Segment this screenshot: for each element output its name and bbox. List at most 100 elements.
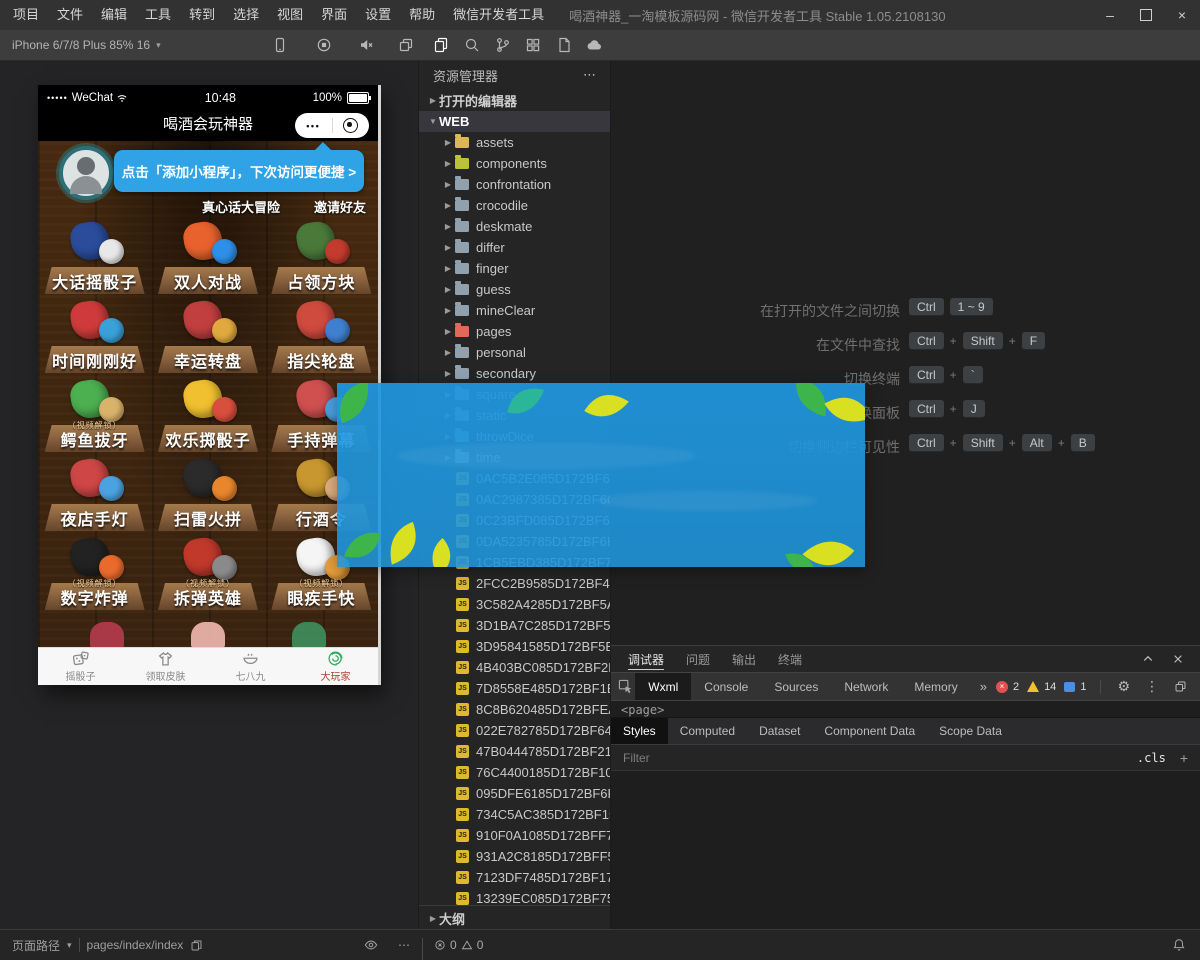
style-tab-styles[interactable]: Styles [611, 718, 668, 744]
file-item[interactable]: JS4B403BC085D172BF2D... [419, 657, 611, 678]
gear-icon[interactable]: ⚙ [1112, 678, 1135, 695]
capsule-menu[interactable]: ••• [295, 113, 369, 138]
file-item[interactable]: JS3C582A4285D172BF5A... [419, 594, 611, 615]
git-branch-button[interactable] [495, 37, 511, 53]
explorer-more-icon[interactable]: ⋯ [583, 67, 597, 83]
inspect-element-icon[interactable] [615, 673, 635, 700]
folder-item-differ[interactable]: ▶differ [419, 237, 611, 258]
menu-item-2[interactable]: 编辑 [92, 0, 136, 30]
cls-button[interactable]: .cls [1137, 751, 1166, 765]
game-item[interactable]: 夜店手灯 [38, 452, 151, 531]
panel-tab-问题[interactable]: 问题 [675, 646, 721, 672]
tab-领取皮肤[interactable]: 领取皮肤 [123, 648, 208, 685]
file-item[interactable]: JS910F0A1085D172BFF7... [419, 825, 611, 846]
folder-item-assets[interactable]: ▶assets [419, 132, 611, 153]
folder-item-deskmate[interactable]: ▶deskmate [419, 216, 611, 237]
game-item[interactable]: 占领方块 [265, 215, 378, 294]
game-item[interactable]: 幸运转盘 [151, 294, 264, 373]
tab-七八九[interactable]: 七八九 [208, 648, 293, 685]
kebab-menu-icon[interactable]: ⋮ [1140, 678, 1164, 695]
folder-item-confrontation[interactable]: ▶confrontation [419, 174, 611, 195]
undock-icon[interactable] [1169, 680, 1192, 693]
file-code-button[interactable] [556, 37, 572, 53]
invite-friends-link[interactable]: 邀请好友 [314, 197, 366, 216]
game-item[interactable]: （视频解锁）数字炸弹 [38, 531, 151, 610]
open-editors-section[interactable]: ▶ 打开的编辑器 [419, 90, 611, 111]
cloud-button[interactable] [586, 37, 602, 53]
menu-item-10[interactable]: 微信开发者工具 [444, 0, 553, 30]
problems-indicator[interactable]: 0 0 [434, 930, 483, 960]
phone-button[interactable] [272, 37, 288, 53]
folder-item-personal[interactable]: ▶personal [419, 342, 611, 363]
root-folder-web[interactable]: ▼ WEB [419, 111, 611, 132]
devtools-tab-sources[interactable]: Sources [761, 673, 831, 700]
folder-item-guess[interactable]: ▶guess [419, 279, 611, 300]
devtools-tab-memory[interactable]: Memory [901, 673, 970, 700]
file-item[interactable]: JS47B0444785D172BF21... [419, 741, 611, 762]
page-path-value[interactable]: pages/index/index [87, 938, 184, 952]
exit-circle-icon[interactable] [333, 118, 370, 133]
tab-摇骰子[interactable]: 摇骰子 [38, 648, 123, 685]
file-item[interactable]: JS931A2C8185D172BFF5... [419, 846, 611, 867]
device-selector[interactable]: iPhone 6/7/8 Plus 85% 16 ▾ [12, 30, 161, 60]
game-item[interactable]: 扫雷火拼 [151, 452, 264, 531]
folder-item-secondary[interactable]: ▶secondary [419, 363, 611, 384]
devtools-tab-console[interactable]: Console [691, 673, 761, 700]
page-path-label[interactable]: 页面路径 [12, 937, 60, 954]
windows-button[interactable] [398, 37, 414, 53]
file-item[interactable]: JS734C5AC385D172BF15... [419, 804, 611, 825]
style-tab-component-data[interactable]: Component Data [812, 718, 927, 744]
game-item[interactable]: （视频解锁）鳄鱼拔牙 [38, 373, 151, 452]
file-item[interactable]: JS7123DF7485D172BF17... [419, 867, 611, 888]
menu-item-1[interactable]: 文件 [48, 0, 92, 30]
folder-item-finger[interactable]: ▶finger [419, 258, 611, 279]
minimize-button[interactable]: – [1092, 0, 1128, 30]
more-actions-icon[interactable]: ⋯ [398, 930, 410, 960]
truth-dare-link[interactable]: 真心话大冒险 [202, 197, 280, 216]
game-item[interactable]: 欢乐掷骰子 [151, 373, 264, 452]
file-item[interactable]: JS095DFE6185D172BF6F... [419, 783, 611, 804]
folder-item-crocodile[interactable]: ▶crocodile [419, 195, 611, 216]
eye-icon[interactable] [364, 930, 378, 960]
collapse-panel-button[interactable] [1142, 653, 1154, 665]
avatar[interactable] [59, 146, 113, 200]
file-item[interactable]: JS76C4400185D172BF10... [419, 762, 611, 783]
mute-button[interactable] [358, 37, 374, 53]
layout-button[interactable] [525, 37, 541, 53]
bell-icon[interactable] [1172, 930, 1186, 960]
filter-input[interactable]: Filter [623, 751, 1137, 765]
more-dots-icon[interactable]: ••• [295, 121, 332, 131]
add-style-button[interactable]: + [1180, 750, 1188, 766]
error-badge-icon[interactable]: × [996, 681, 1008, 693]
maximize-button[interactable] [1128, 0, 1164, 30]
folder-item-pages[interactable]: ▶pages [419, 321, 611, 342]
game-item[interactable]: 指尖轮盘 [265, 294, 378, 373]
devtools-tab-network[interactable]: Network [831, 673, 901, 700]
file-item[interactable]: JS022E782785D172BF64... [419, 720, 611, 741]
game-item[interactable]: 双人对战 [151, 215, 264, 294]
game-item[interactable]: （视频解锁）拆弹英雄 [151, 531, 264, 610]
search-button[interactable] [464, 37, 480, 53]
panel-tab-输出[interactable]: 输出 [721, 646, 767, 672]
menu-item-4[interactable]: 转到 [180, 0, 224, 30]
menu-item-5[interactable]: 选择 [224, 0, 268, 30]
add-miniprogram-tooltip[interactable]: 点击「添加小程序」，下次访问更便捷 > [114, 150, 364, 192]
copy-icon[interactable] [190, 939, 203, 952]
close-panel-button[interactable] [1172, 653, 1184, 665]
file-item[interactable]: JS3D95841585D172BF5B... [419, 636, 611, 657]
file-item[interactable]: JS3D1BA7C285D172BF5B... [419, 615, 611, 636]
style-tab-dataset[interactable]: Dataset [747, 718, 812, 744]
tab-大玩家[interactable]: 大玩家 [293, 648, 378, 685]
folder-item-components[interactable]: ▶components [419, 153, 611, 174]
warning-badge-icon[interactable] [1027, 681, 1039, 692]
close-button[interactable]: × [1164, 0, 1200, 30]
menu-item-7[interactable]: 界面 [312, 0, 356, 30]
file-item[interactable]: JS7D8558E485D172BF1B... [419, 678, 611, 699]
file-item[interactable]: JS8C8B620485D172BFEA... [419, 699, 611, 720]
folder-item-mineClear[interactable]: ▶mineClear [419, 300, 611, 321]
message-badge-icon[interactable] [1064, 682, 1075, 692]
wxml-tree-fragment[interactable]: <page> [611, 701, 1200, 717]
panel-tab-终端[interactable]: 终端 [767, 646, 813, 672]
files-button[interactable] [433, 37, 449, 53]
menu-item-8[interactable]: 设置 [356, 0, 400, 30]
